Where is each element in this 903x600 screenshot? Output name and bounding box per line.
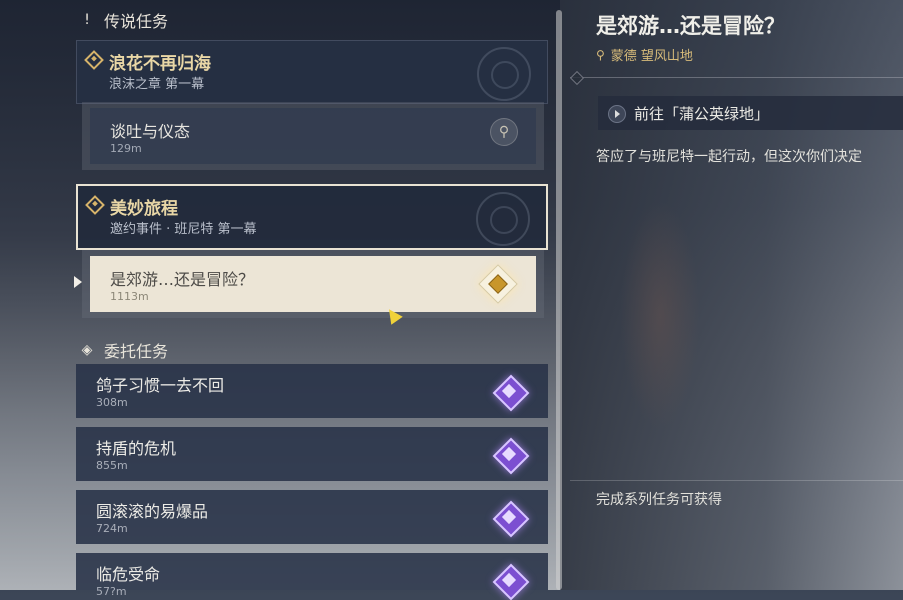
daily-quest-distance: 855m [96, 459, 128, 472]
exclamation-icon: ! [84, 12, 90, 28]
quest-description: 答应了与班尼特一起行动，但这次你们决定 [596, 149, 862, 165]
legend-quest-subtitle: 邀约事件 · 班尼特 第一幕 [110, 222, 257, 237]
quest-step-name: 是郊游…还是冒险？ [110, 270, 255, 289]
selection-arrow-icon [74, 276, 82, 288]
navigate-arrow-icon [608, 105, 626, 123]
quest-step-item[interactable]: 谈吐与仪态 129m ⚲ [90, 108, 536, 164]
objective-text: 前往「蒲公英绿地」 [634, 105, 770, 123]
daily-quests-label: 委托任务 [104, 342, 169, 361]
daily-quest-name: 圆滚滚的易爆品 [96, 502, 209, 521]
quest-step-wrapper-1: 谈吐与仪态 129m ⚲ [82, 102, 544, 170]
legend-quest-title: 浪花不再归海 [109, 54, 211, 74]
track-quest-icon[interactable] [478, 264, 518, 304]
legend-quest-subtitle: 浪沫之章 第一幕 [109, 77, 205, 92]
reward-label: 完成系列任务可获得 [596, 492, 722, 508]
daily-quest-distance: 724m [96, 522, 128, 535]
daily-quest-item[interactable]: 持盾的危机 855m [76, 427, 548, 481]
legend-quests-label: 传说任务 [104, 12, 169, 31]
quest-detail-title: 是郊游…还是冒险？ [596, 14, 785, 38]
map-pin-icon[interactable]: ⚲ [490, 118, 518, 146]
reward-divider [570, 480, 903, 481]
commission-icon: ◈ [81, 342, 93, 358]
commission-marker-icon [492, 563, 530, 600]
character-emblem-icon [476, 192, 530, 246]
daily-quest-distance: 308m [96, 396, 128, 409]
commission-marker-icon [492, 374, 530, 412]
daily-quest-name: 临危受命 [96, 565, 161, 584]
quest-objective[interactable]: 前往「蒲公英绿地」 [598, 96, 903, 130]
legend-quest-group-1[interactable]: 浪花不再归海 浪沫之章 第一幕 [76, 40, 548, 104]
daily-quest-item[interactable]: 鸽子习惯一去不回 308m [76, 364, 548, 418]
legend-quest-title: 美妙旅程 [110, 199, 178, 219]
quest-step-distance: 1113m [110, 290, 149, 303]
daily-quests-header: ◈ 委托任务 [80, 338, 168, 362]
daily-quest-name: 鸽子习惯一去不回 [96, 376, 225, 395]
daily-quest-item[interactable]: 圆滚滚的易爆品 724m [76, 490, 548, 544]
legend-quest-group-2[interactable]: 美妙旅程 邀约事件 · 班尼特 第一幕 [76, 184, 548, 250]
daily-quest-name: 持盾的危机 [96, 439, 177, 458]
location-pin-icon: ⚲ [596, 47, 605, 62]
detail-divider [570, 77, 903, 78]
daily-quest-item[interactable]: 临危受命 57?m [76, 553, 548, 600]
quest-step-distance: 129m [110, 142, 142, 155]
wanderer-emblem-icon [477, 47, 531, 101]
legend-quest-header-2[interactable]: 美妙旅程 邀约事件 · 班尼特 第一幕 [76, 184, 548, 250]
quest-detail-location: ⚲ 蒙德 望风山地 [596, 45, 693, 65]
quest-step-wrapper-2: 是郊游…还是冒险？ 1113m [82, 250, 544, 318]
legend-quests-header: ! 传说任务 [80, 8, 168, 32]
commission-marker-icon [492, 500, 530, 538]
legend-quest-icon [85, 195, 105, 215]
quest-list-scrollbar[interactable] [556, 10, 562, 590]
location-text: 蒙德 望风山地 [610, 49, 693, 64]
daily-quest-distance: 57?m [96, 585, 127, 598]
legend-quest-header-1[interactable]: 浪花不再归海 浪沫之章 第一幕 [76, 40, 548, 104]
quest-step-name: 谈吐与仪态 [110, 122, 191, 141]
quest-step-item-selected[interactable]: 是郊游…还是冒险？ 1113m [90, 256, 536, 312]
commission-marker-icon [492, 437, 530, 475]
legend-quest-icon [84, 50, 104, 70]
